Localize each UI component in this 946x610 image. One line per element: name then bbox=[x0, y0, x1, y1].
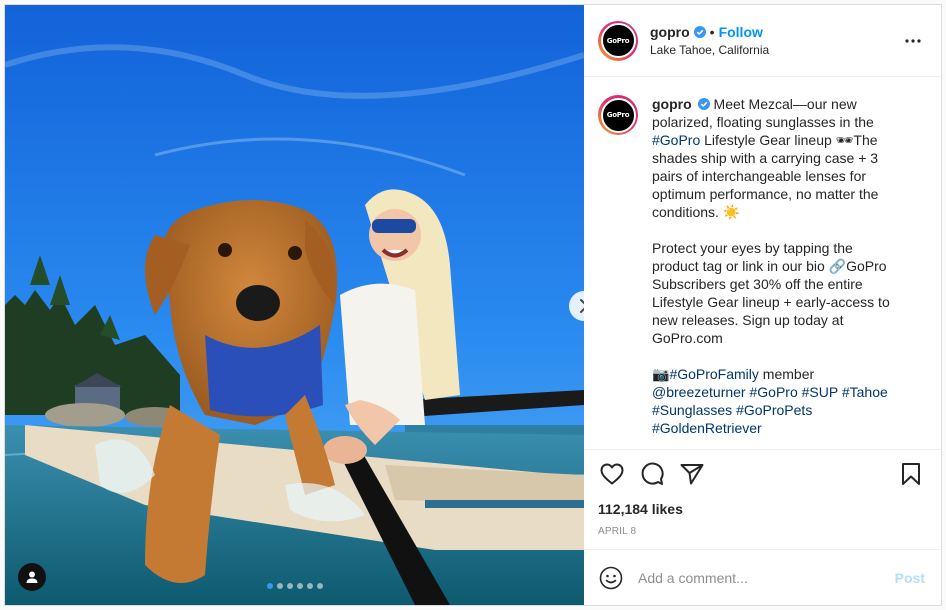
hashtag-link[interactable]: #SUP bbox=[802, 384, 838, 400]
carousel-dot bbox=[276, 583, 283, 589]
post-media[interactable] bbox=[5, 5, 584, 605]
user-tag-icon bbox=[26, 571, 38, 583]
emoji-button[interactable] bbox=[598, 565, 624, 591]
carousel-dot bbox=[316, 583, 323, 589]
carousel-indicator bbox=[5, 583, 584, 589]
avatar-logo-text: GoPro bbox=[606, 36, 630, 45]
hashtag-link[interactable]: #Sunglasses bbox=[652, 402, 732, 418]
carousel-dot bbox=[286, 583, 293, 589]
hashtag-link[interactable]: #GoProFamily bbox=[669, 366, 758, 382]
comment-input[interactable] bbox=[638, 569, 895, 586]
avatar-logo-text: GoPro bbox=[606, 111, 630, 119]
follow-button[interactable]: Follow bbox=[719, 24, 763, 40]
post-side-panel: GoPro gopro • Follow Lake Tahoe, Califor… bbox=[584, 5, 941, 605]
like-button[interactable] bbox=[598, 460, 626, 488]
likes-count[interactable]: 112,184 likes bbox=[598, 501, 925, 517]
save-button[interactable] bbox=[897, 460, 925, 488]
heart-icon bbox=[600, 463, 624, 485]
caption-segment: Lifestyle Gear lineup 🕶The shades ship w… bbox=[652, 132, 890, 382]
comment-bubble-icon bbox=[641, 462, 664, 485]
verified-badge-icon bbox=[693, 26, 706, 38]
mention-link[interactable]: @breezeturner bbox=[652, 384, 746, 400]
hashtag-link[interactable]: #GoProPets bbox=[736, 402, 812, 418]
header-row: gopro • Follow bbox=[650, 24, 901, 40]
comment-bar: Post bbox=[584, 549, 941, 605]
instagram-post: GoPro gopro • Follow Lake Tahoe, Califor… bbox=[4, 4, 942, 606]
carousel-dot bbox=[266, 583, 273, 589]
action-bar bbox=[598, 460, 925, 488]
avatar[interactable]: GoPro bbox=[598, 20, 638, 61]
hashtag-link[interactable]: #GoldenRetriever bbox=[652, 420, 762, 436]
caption-username-link[interactable]: gopro bbox=[652, 96, 692, 112]
comment-button[interactable] bbox=[638, 460, 666, 488]
carousel-dot bbox=[296, 583, 303, 589]
avatar-image: GoPro bbox=[600, 97, 636, 133]
separator-dot: • bbox=[709, 24, 715, 40]
location-link[interactable]: Lake Tahoe, California bbox=[650, 43, 901, 57]
post-comment-button[interactable]: Post bbox=[895, 570, 925, 586]
engagement-section: 112,184 likes APRIL 8 bbox=[584, 449, 941, 549]
post-photo bbox=[5, 5, 584, 605]
hashtag-link[interactable]: #GoPro bbox=[652, 132, 700, 148]
paper-plane-icon bbox=[680, 464, 704, 485]
caption-text: gopro Meet Mezcal—our new polarized, flo… bbox=[652, 95, 902, 449]
more-options-button[interactable] bbox=[901, 29, 925, 53]
carousel-dot bbox=[306, 583, 313, 589]
chevron-right-icon bbox=[580, 299, 584, 313]
caption-body: Meet Mezcal—our new polarized, floating … bbox=[652, 96, 894, 436]
emoji-smile-icon bbox=[599, 566, 623, 589]
hashtag-link[interactable]: #GoPro bbox=[749, 384, 797, 400]
hashtag-link[interactable]: #Tahoe bbox=[842, 384, 888, 400]
header-text: gopro • Follow Lake Tahoe, California bbox=[650, 24, 901, 57]
share-button[interactable] bbox=[678, 460, 706, 488]
caption-section: GoPro gopro Meet Mezcal—our new polarize… bbox=[584, 77, 941, 449]
more-options-icon bbox=[905, 38, 921, 43]
post-header: GoPro gopro • Follow Lake Tahoe, Califor… bbox=[584, 5, 941, 77]
bookmark-icon bbox=[902, 463, 920, 485]
avatar-image: GoPro bbox=[600, 23, 636, 58]
username-link[interactable]: gopro bbox=[650, 24, 690, 40]
post-date[interactable]: APRIL 8 bbox=[598, 526, 925, 537]
caption-avatar[interactable]: GoPro bbox=[598, 95, 638, 135]
verified-badge-icon bbox=[697, 98, 710, 110]
caption-segment: member bbox=[762, 366, 815, 382]
